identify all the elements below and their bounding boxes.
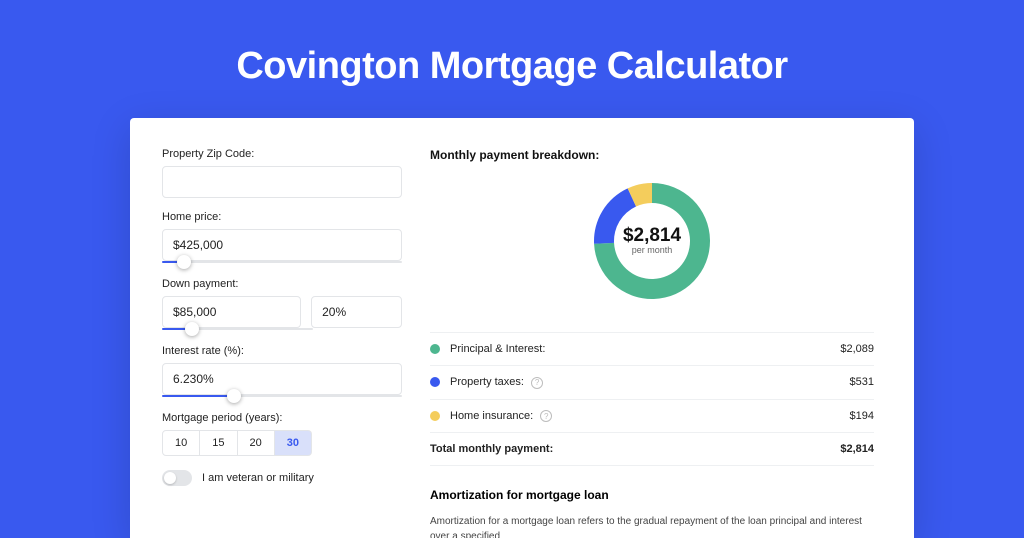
period-option-10[interactable]: 10 [162,430,200,456]
donut-center-value: $2,814 [623,225,682,246]
donut-center-sub: per month [632,245,673,255]
rate-input[interactable] [162,363,402,395]
period-segmented: 10152030 [162,430,402,456]
breakdown-label: Home insurance: ? [450,410,850,423]
legend-dot [430,411,440,421]
info-icon[interactable]: ? [540,410,552,422]
total-value: $2,814 [840,443,874,455]
legend-dot [430,377,440,387]
period-label: Mortgage period (years): [162,412,402,424]
period-option-15[interactable]: 15 [200,430,237,456]
info-icon[interactable]: ? [531,377,543,389]
rate-slider[interactable] [162,393,402,399]
breakdown-row: Home insurance: ?$194 [430,400,874,434]
breakdown-row: Principal & Interest:$2,089 [430,333,874,366]
breakdown-label: Principal & Interest: [450,343,840,355]
zip-label: Property Zip Code: [162,148,402,160]
breakdown-value: $194 [850,410,874,422]
period-option-30[interactable]: 30 [275,430,312,456]
breakdown-value: $531 [850,376,874,388]
zip-input[interactable] [162,166,402,198]
breakdown-value: $2,089 [840,343,874,355]
legend-dot [430,344,440,354]
page-title: Covington Mortgage Calculator [0,45,1024,88]
down-payment-input[interactable] [162,296,301,328]
veteran-label: I am veteran or military [202,472,314,484]
home-price-slider[interactable] [162,259,402,265]
breakdown-label: Property taxes: ? [450,376,850,389]
veteran-toggle[interactable] [162,470,192,486]
amortization-heading: Amortization for mortgage loan [430,488,874,502]
breakdown-heading: Monthly payment breakdown: [430,148,874,162]
breakdown-row: Property taxes: ?$531 [430,366,874,400]
breakdown-total-row: Total monthly payment:$2,814 [430,433,874,466]
period-option-20[interactable]: 20 [238,430,275,456]
home-price-input[interactable] [162,229,402,261]
form-panel: Property Zip Code: Home price: Down paym… [162,148,402,538]
calculator-card: Property Zip Code: Home price: Down paym… [130,118,914,538]
down-payment-slider[interactable] [162,326,313,332]
results-panel: Monthly payment breakdown: $2,814 per mo… [430,148,874,538]
breakdown-list: Principal & Interest:$2,089Property taxe… [430,332,874,466]
rate-label: Interest rate (%): [162,345,402,357]
total-label: Total monthly payment: [430,443,840,455]
donut-chart: $2,814 per month [430,176,874,306]
home-price-label: Home price: [162,211,402,223]
down-payment-pct-input[interactable] [311,296,402,328]
down-payment-label: Down payment: [162,278,402,290]
amortization-body: Amortization for a mortgage loan refers … [430,514,874,538]
amortization-section: Amortization for mortgage loan Amortizat… [430,488,874,538]
